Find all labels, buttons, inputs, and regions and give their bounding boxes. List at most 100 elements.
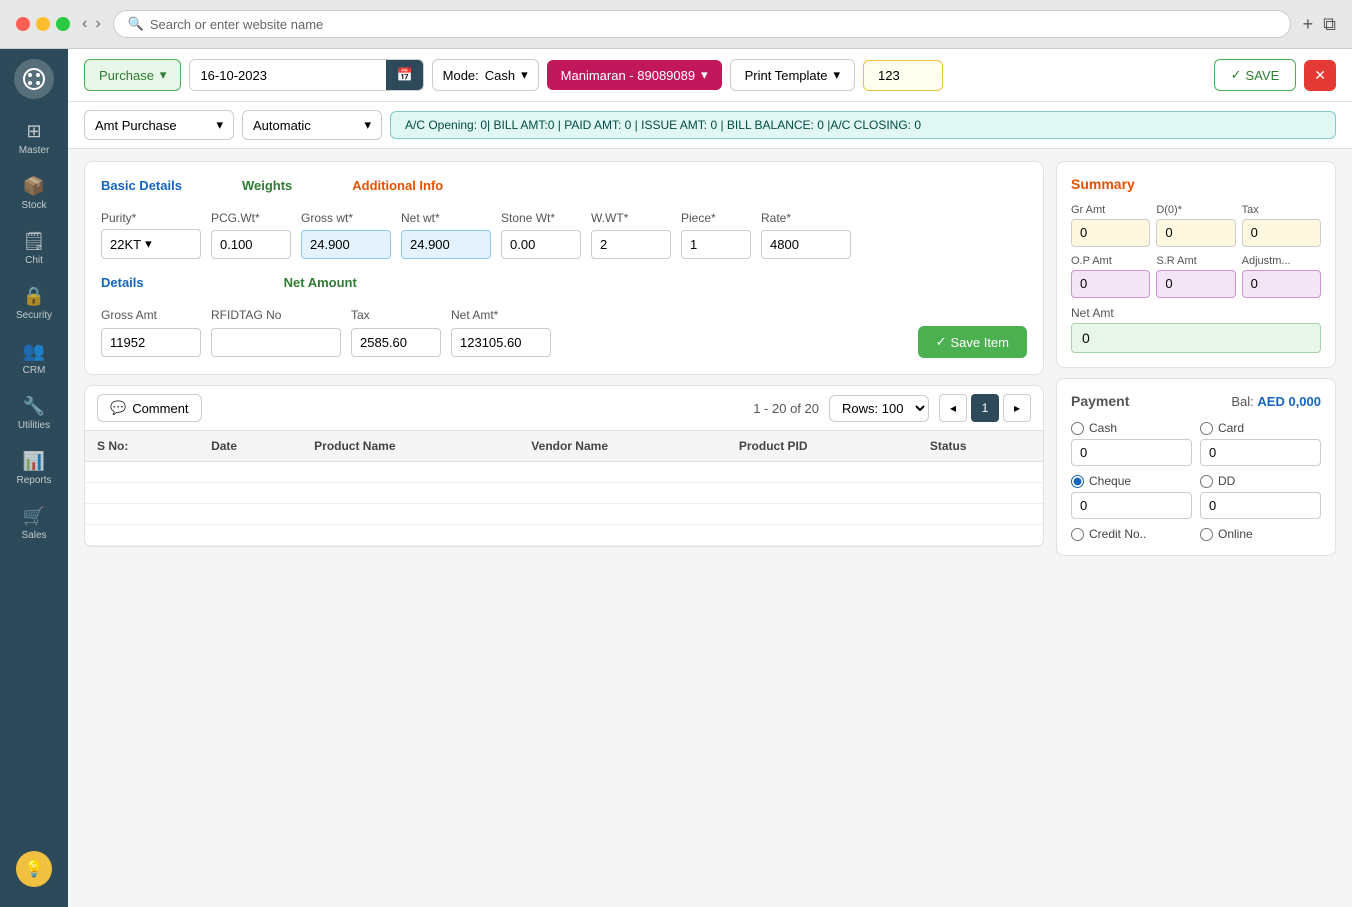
net-amt-label: Net Amt* — [451, 308, 551, 322]
close-button[interactable]: ✕ — [1304, 60, 1336, 91]
col-vendor-name: Vendor Name — [519, 431, 727, 462]
bill-number-input[interactable] — [863, 60, 943, 91]
summary-panel: Summary Gr Amt 0 D(0)* 0 Tax 0 — [1056, 161, 1336, 895]
sidebar-item-reports[interactable]: 📊 Reports — [0, 443, 68, 494]
gross-wt-label: Gross wt* — [301, 211, 391, 225]
col-product-name: Product Name — [302, 431, 519, 462]
sidebar-label-chit: Chit — [25, 255, 43, 266]
mode-select[interactable]: Mode: Cash ▾ — [432, 59, 539, 91]
stone-wt-input[interactable] — [501, 230, 581, 259]
col-date: Date — [199, 431, 302, 462]
cash-input[interactable] — [1071, 439, 1192, 466]
page-1-button[interactable]: 1 — [971, 394, 999, 422]
cheque-input[interactable] — [1071, 492, 1192, 519]
card-input[interactable] — [1200, 439, 1321, 466]
theme-toggle[interactable]: 💡 — [16, 851, 52, 887]
table-row — [85, 525, 1043, 546]
sidebar-label-utilities: Utilities — [18, 420, 50, 431]
sidebar-item-chit[interactable]: 🗒 Chit — [0, 223, 68, 274]
automatic-select[interactable]: Automatic ▾ — [242, 110, 382, 140]
sidebar-item-crm[interactable]: 👥 CRM — [0, 333, 68, 384]
stone-wt-label: Stone Wt* — [501, 211, 581, 225]
details-card: Basic Details Weights Additional Info Pu… — [84, 161, 1044, 375]
rate-input[interactable] — [761, 230, 851, 259]
address-text: Search or enter website name — [150, 17, 323, 32]
wwt-input[interactable] — [591, 230, 671, 259]
sidebar-item-sales[interactable]: 🛒 Sales — [0, 498, 68, 549]
table-row — [85, 462, 1043, 483]
sr-amt-field: S.R Amt 0 — [1156, 255, 1235, 298]
date-input[interactable] — [190, 61, 386, 90]
sidebar-item-master[interactable]: ⊞ Master — [0, 113, 68, 164]
print-template-button[interactable]: Print Template ▾ — [730, 59, 855, 91]
sidebar-label-crm: CRM — [23, 365, 46, 376]
purity-select[interactable]: 22KT ▾ — [101, 229, 201, 259]
save-button[interactable]: ✓ SAVE — [1214, 59, 1297, 91]
prev-page-button[interactable]: ◂ — [939, 394, 967, 422]
save-item-button[interactable]: ✓ Save Item — [918, 326, 1027, 358]
net-amt-input[interactable] — [451, 328, 551, 357]
op-amt-label: O.P Amt — [1071, 255, 1150, 267]
dd-label[interactable]: DD — [1200, 474, 1321, 488]
table-row — [85, 504, 1043, 525]
data-table: S No: Date Product Name Vendor Name Prod… — [85, 431, 1043, 546]
amt-purchase-select[interactable]: Amt Purchase ▾ — [84, 110, 234, 140]
tabs-icon[interactable]: ⧉ — [1323, 14, 1336, 35]
dd-input[interactable] — [1200, 492, 1321, 519]
mode-label: Mode: — [443, 68, 479, 83]
adjust-value: 0 — [1242, 270, 1321, 298]
comment-button[interactable]: 💬 Comment — [97, 394, 202, 422]
forward-button[interactable]: › — [95, 15, 100, 33]
amt-label: Amt Purchase — [95, 118, 177, 133]
rows-per-page-select[interactable]: Rows: 100 Rows: 50 Rows: 25 — [829, 395, 929, 422]
sidebar-item-stock[interactable]: 📦 Stock — [0, 168, 68, 219]
utilities-icon: 🔧 — [23, 396, 45, 417]
card-label[interactable]: Card — [1200, 421, 1321, 435]
back-button[interactable]: ‹ — [82, 15, 87, 33]
card-radio[interactable] — [1200, 422, 1213, 435]
close-button[interactable] — [16, 17, 30, 31]
sidebar-label-sales: Sales — [21, 530, 46, 541]
online-label[interactable]: Online — [1200, 527, 1321, 541]
mode-chevron-icon: ▾ — [521, 67, 528, 83]
gr-amt-value: 0 — [1071, 219, 1150, 247]
pcg-wt-input[interactable] — [211, 230, 291, 259]
rfid-input[interactable] — [211, 328, 341, 357]
summary-title: Summary — [1071, 176, 1321, 192]
net-amt-value: 0 — [1071, 323, 1321, 353]
sidebar-item-security[interactable]: 🔒 Security — [0, 278, 68, 329]
vendor-button[interactable]: Manimaran - 89089089 ▾ — [547, 60, 722, 90]
online-radio[interactable] — [1200, 528, 1213, 541]
gross-wt-input[interactable] — [301, 230, 391, 259]
vendor-chevron-icon: ▾ — [701, 67, 708, 83]
credit-label[interactable]: Credit No.. — [1071, 527, 1192, 541]
sidebar-item-utilities[interactable]: 🔧 Utilities — [0, 388, 68, 439]
net-wt-input[interactable] — [401, 230, 491, 259]
print-chevron-icon: ▾ — [833, 67, 840, 83]
maximize-button[interactable] — [56, 17, 70, 31]
search-icon: 🔍 — [128, 16, 144, 32]
piece-input[interactable] — [681, 230, 751, 259]
sub-toolbar: Amt Purchase ▾ Automatic ▾ A/C Opening: … — [68, 102, 1352, 149]
next-page-button[interactable]: ▸ — [1003, 394, 1031, 422]
gr-amt-field: Gr Amt 0 — [1071, 204, 1150, 247]
adjust-label: Adjustm... — [1242, 255, 1321, 267]
cash-label[interactable]: Cash — [1071, 421, 1192, 435]
op-amt-value: 0 — [1071, 270, 1150, 298]
cheque-radio[interactable] — [1071, 475, 1084, 488]
gross-amt-input[interactable] — [101, 328, 201, 357]
op-amt-field: O.P Amt 0 — [1071, 255, 1150, 298]
minimize-button[interactable] — [36, 17, 50, 31]
purity-chevron-icon: ▾ — [145, 236, 152, 252]
credit-radio[interactable] — [1071, 528, 1084, 541]
crm-icon: 👥 — [23, 341, 45, 362]
cheque-label[interactable]: Cheque — [1071, 474, 1192, 488]
dd-option: DD — [1200, 474, 1321, 519]
new-tab-icon[interactable]: + — [1303, 14, 1314, 35]
purchase-button[interactable]: Purchase ▾ — [84, 59, 181, 91]
dd-radio[interactable] — [1200, 475, 1213, 488]
address-bar[interactable]: 🔍 Search or enter website name — [113, 10, 1291, 38]
cash-radio[interactable] — [1071, 422, 1084, 435]
tax-input[interactable] — [351, 328, 441, 357]
calendar-button[interactable]: 📅 — [386, 60, 422, 90]
